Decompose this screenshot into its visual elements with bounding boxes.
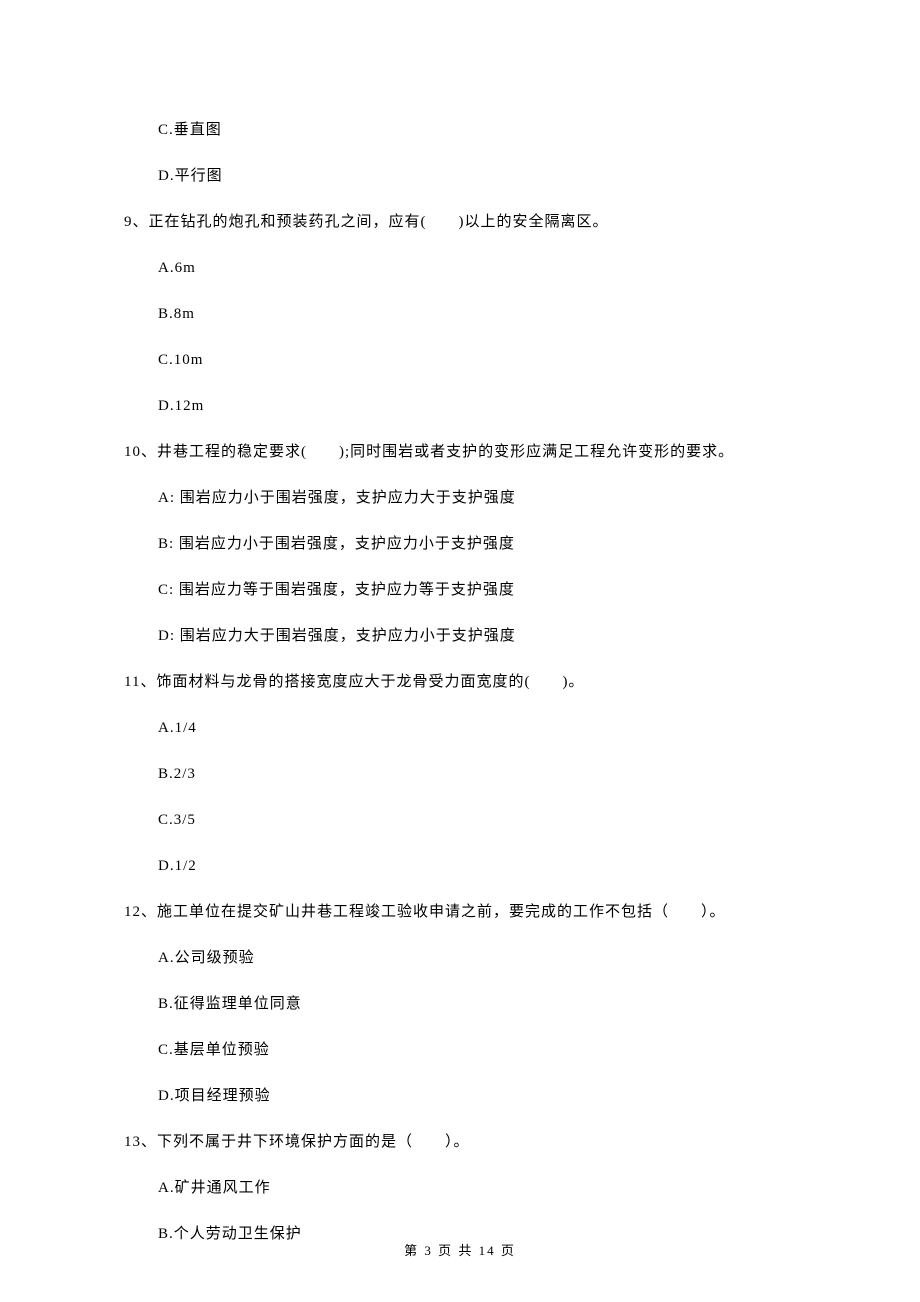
option-c: C: 围岩应力等于围岩强度，支护应力等于支护强度 (158, 580, 796, 601)
page-footer: 第 3 页 共 14 页 (0, 1242, 920, 1260)
option-d: D.1/2 (158, 856, 796, 877)
option-c: C.基层单位预验 (158, 1040, 796, 1061)
option-d: D: 围岩应力大于围岩强度，支护应力小于支护强度 (158, 626, 796, 647)
question-10: 10、井巷工程的稳定要求( );同时围岩或者支护的变形应满足工程允许变形的要求。 (124, 442, 796, 463)
option-a: A: 围岩应力小于围岩强度，支护应力大于支护强度 (158, 488, 796, 509)
option-b: B.征得监理单位同意 (158, 994, 796, 1015)
option-d: D.12m (158, 396, 796, 417)
question-12: 12、施工单位在提交矿山井巷工程竣工验收申请之前，要完成的工作不包括（ ）。 (124, 902, 796, 923)
option-c: C.10m (158, 350, 796, 371)
question-9: 9、正在钻孔的炮孔和预装药孔之间，应有( )以上的安全隔离区。 (124, 212, 796, 233)
option-c: C.垂直图 (158, 120, 796, 141)
option-d: D.项目经理预验 (158, 1086, 796, 1107)
option-a: A.公司级预验 (158, 948, 796, 969)
option-a: A.矿井通风工作 (158, 1178, 796, 1199)
question-13: 13、下列不属于井下环境保护方面的是（ ）。 (124, 1132, 796, 1153)
option-b: B: 围岩应力小于围岩强度，支护应力小于支护强度 (158, 534, 796, 555)
option-a: A.6m (158, 258, 796, 279)
page-content: C.垂直图 D.平行图 9、正在钻孔的炮孔和预装药孔之间，应有( )以上的安全隔… (0, 0, 920, 1245)
option-b: B.2/3 (158, 764, 796, 785)
option-b: B.8m (158, 304, 796, 325)
option-c: C.3/5 (158, 810, 796, 831)
option-d: D.平行图 (158, 166, 796, 187)
option-a: A.1/4 (158, 718, 796, 739)
question-11: 11、饰面材料与龙骨的搭接宽度应大于龙骨受力面宽度的( )。 (124, 672, 796, 693)
